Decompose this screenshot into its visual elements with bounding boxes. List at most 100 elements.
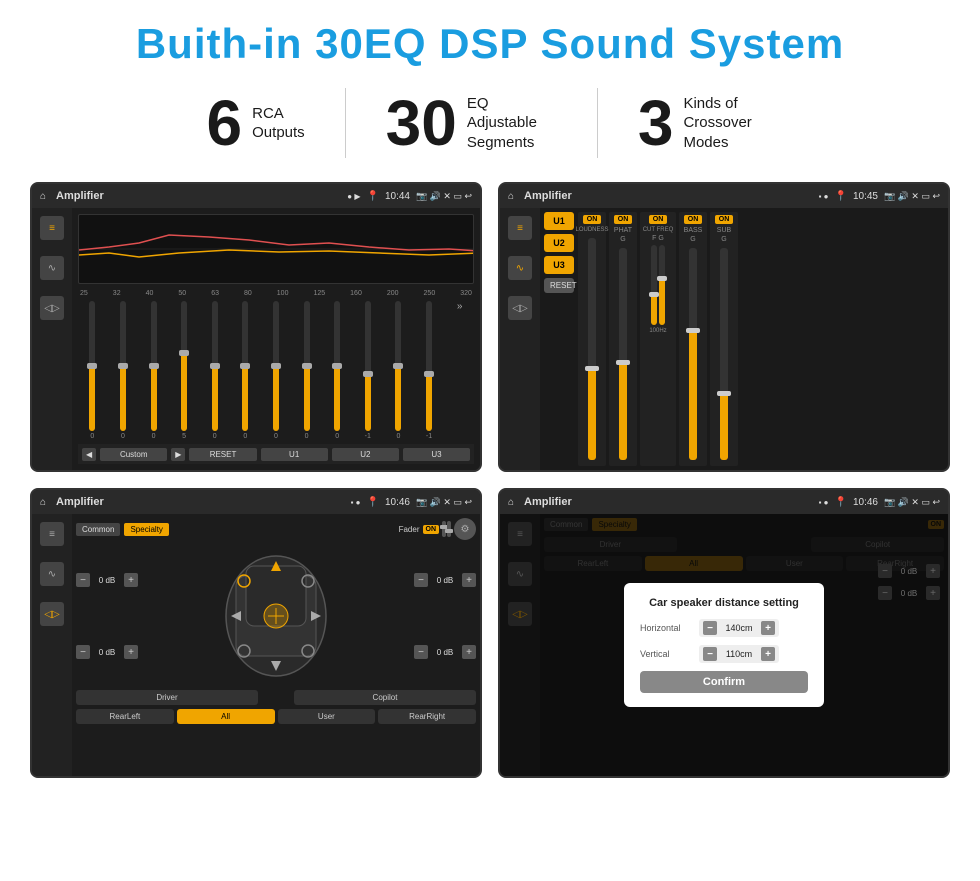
slider-track-2[interactable] <box>120 301 126 431</box>
sidebar-speaker-icon-3[interactable]: ◁▷ <box>40 602 64 626</box>
loudness-slider[interactable] <box>588 238 596 460</box>
slider-track-8[interactable] <box>304 301 310 431</box>
home-icon-4[interactable]: ⌂ <box>508 497 514 508</box>
slider-col-5[interactable]: 0 <box>200 301 229 440</box>
slider-col-8[interactable]: 0 <box>292 301 321 440</box>
bass-slider[interactable] <box>689 248 697 460</box>
slider-col-1[interactable]: 0 <box>78 301 107 440</box>
stat-eq: 30 EQ AdjustableSegments <box>346 91 597 155</box>
db-minus-br[interactable]: − <box>414 645 428 659</box>
sidebar-eq-icon-3[interactable]: ≡ <box>40 522 64 546</box>
eq-u3-btn[interactable]: U3 <box>403 448 470 461</box>
slider-track-7[interactable] <box>273 301 279 431</box>
slider-track-4[interactable] <box>181 301 187 431</box>
eq-prev-btn[interactable]: ◀ <box>82 448 96 461</box>
stat-label-rca: RCAOutputs <box>252 104 305 143</box>
bass-on[interactable]: ON <box>684 215 703 224</box>
horizontal-minus[interactable]: − <box>703 621 717 635</box>
db-plus-tl[interactable]: + <box>124 573 138 587</box>
fader-bottom-btns-2: RearLeft All User RearRight <box>76 709 476 724</box>
db-plus-tr[interactable]: + <box>462 573 476 587</box>
slider-col-expand[interactable]: » <box>445 301 474 440</box>
confirm-button[interactable]: Confirm <box>640 671 808 693</box>
slider-track-9[interactable] <box>334 301 340 431</box>
db-minus-bl[interactable]: − <box>76 645 90 659</box>
settings-icon[interactable]: ⚙ <box>454 518 476 540</box>
sidebar-speaker-icon-2[interactable]: ◁▷ <box>508 296 532 320</box>
db-val-br: 0 dB <box>431 648 459 657</box>
fader-top-icons: 📷 🔊 ✕ ▭ ↩ <box>416 497 472 508</box>
phat-slider[interactable] <box>619 248 627 460</box>
crossover-reset-btn[interactable]: RESET <box>544 278 574 293</box>
vertical-minus[interactable]: − <box>703 647 717 661</box>
distance-screen: ⌂ Amplifier ▪ ● 📍 10:46 📷 🔊 ✕ ▭ ↩ ≡ ∿ ◁▷… <box>498 488 950 778</box>
specialty-mode-btn[interactable]: Specialty <box>124 523 168 536</box>
slider-col-12[interactable]: -1 <box>415 301 444 440</box>
db-minus-tl[interactable]: − <box>76 573 90 587</box>
slider-track-10[interactable] <box>365 301 371 431</box>
rearright-btn[interactable]: RearRight <box>378 709 476 724</box>
db-minus-tr[interactable]: − <box>414 573 428 587</box>
u3-button[interactable]: U3 <box>544 256 574 274</box>
slider-col-2[interactable]: 0 <box>109 301 138 440</box>
user-btn[interactable]: User <box>278 709 376 724</box>
cutfreq-on[interactable]: ON <box>649 215 668 224</box>
eq-custom-btn[interactable]: Custom <box>100 448 167 461</box>
horizontal-plus[interactable]: + <box>761 621 775 635</box>
slider-track-3[interactable] <box>151 301 157 431</box>
sidebar-wave-icon-3[interactable]: ∿ <box>40 562 64 586</box>
eq-reset-btn[interactable]: RESET <box>189 448 256 461</box>
eq-u1-btn[interactable]: U1 <box>261 448 328 461</box>
slider-col-7[interactable]: 0 <box>262 301 291 440</box>
copilot-btn[interactable]: Copilot <box>294 690 476 705</box>
sidebar-wave-icon[interactable]: ∿ <box>40 256 64 280</box>
fader-label: Fader <box>399 525 420 534</box>
vertical-plus[interactable]: + <box>761 647 775 661</box>
u-buttons: U1 U2 U3 RESET <box>544 212 574 466</box>
sidebar-wave-icon-2[interactable]: ∿ <box>508 256 532 280</box>
phat-on[interactable]: ON <box>614 215 633 224</box>
rearleft-btn[interactable]: RearLeft <box>76 709 174 724</box>
eq-time: 10:44 <box>385 191 410 202</box>
sub-on[interactable]: ON <box>715 215 734 224</box>
db-val-tr: 0 dB <box>431 576 459 585</box>
slider-col-3[interactable]: 0 <box>139 301 168 440</box>
sub-slider[interactable] <box>720 248 728 460</box>
driver-btn[interactable]: Driver <box>76 690 258 705</box>
db-plus-br[interactable]: + <box>462 645 476 659</box>
slider-col-11[interactable]: 0 <box>384 301 413 440</box>
slider-col-9[interactable]: 0 <box>323 301 352 440</box>
phat-g-label: G <box>620 236 625 243</box>
fader-on-badge[interactable]: ON <box>423 525 440 534</box>
slider-track-6[interactable] <box>242 301 248 431</box>
sidebar-speaker-icon[interactable]: ◁▷ <box>40 296 64 320</box>
u2-button[interactable]: U2 <box>544 234 574 252</box>
distance-body: ≡ ∿ ◁▷ Common Specialty ON Driver <box>500 514 948 776</box>
cutfreq-slider-2[interactable] <box>659 245 665 325</box>
stat-crossover: 3 Kinds ofCrossover Modes <box>598 91 814 155</box>
slider-col-6[interactable]: 0 <box>231 301 260 440</box>
slider-col-10[interactable]: -1 <box>353 301 382 440</box>
u1-button[interactable]: U1 <box>544 212 574 230</box>
sidebar-eq-icon-2[interactable]: ≡ <box>508 216 532 240</box>
common-mode-btn[interactable]: Common <box>76 523 120 536</box>
slider-col-4[interactable]: 5 <box>170 301 199 440</box>
mini-slider-2[interactable] <box>447 521 451 537</box>
slider-track-1[interactable] <box>89 301 95 431</box>
slider-track-12[interactable] <box>426 301 432 431</box>
loudness-on[interactable]: ON <box>583 215 602 224</box>
home-icon-3[interactable]: ⌂ <box>40 497 46 508</box>
slider-track-5[interactable] <box>212 301 218 431</box>
db-plus-bl[interactable]: + <box>124 645 138 659</box>
cutfreq-slider-1[interactable] <box>651 245 657 325</box>
eq-u2-btn[interactable]: U2 <box>332 448 399 461</box>
all-btn[interactable]: All <box>177 709 275 724</box>
home-icon-2[interactable]: ⌂ <box>508 191 514 202</box>
horizontal-value: 140cm <box>721 623 757 633</box>
loudness-channel: ON LOUDNESS <box>578 212 606 466</box>
eq-next-btn[interactable]: ▶ <box>171 448 185 461</box>
sidebar-eq-icon[interactable]: ≡ <box>40 216 64 240</box>
slider-track-11[interactable] <box>395 301 401 431</box>
home-icon[interactable]: ⌂ <box>40 191 46 202</box>
eq-screen-title: Amplifier <box>56 190 341 202</box>
